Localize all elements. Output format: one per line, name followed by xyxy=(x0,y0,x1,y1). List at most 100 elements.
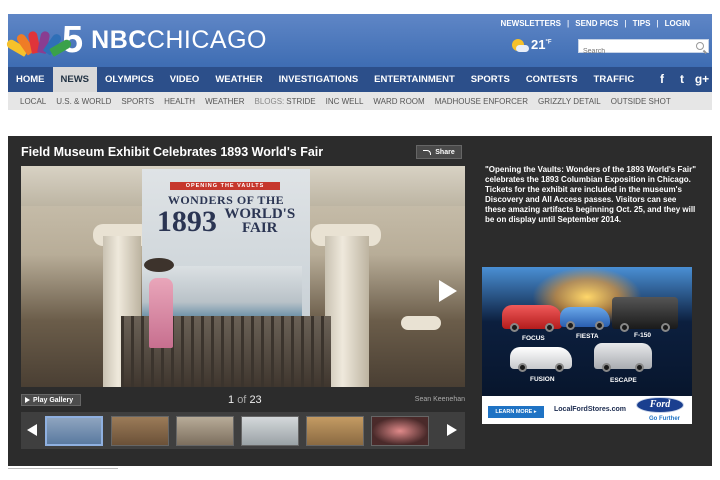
car-fiesta xyxy=(560,307,610,330)
ad-model-fiesta: FIESTA xyxy=(576,333,599,340)
subnav-health[interactable]: HEALTH xyxy=(164,97,195,106)
thumbnail[interactable] xyxy=(45,416,103,446)
car-wheel xyxy=(545,323,554,332)
nbc-chicago-logo[interactable]: 5 NBCCHICAGO xyxy=(5,21,267,59)
car-wheel xyxy=(510,323,519,332)
blog-ward-room[interactable]: WARD ROOM xyxy=(373,97,424,106)
ad-site-link[interactable]: LocalFordStores.com xyxy=(554,406,626,413)
car-wheel xyxy=(566,321,575,330)
blog-outside-shot[interactable]: OUTSIDE SHOT xyxy=(611,97,671,106)
learn-more-button[interactable]: LEARN MORE ▸ xyxy=(488,406,544,418)
twitter-icon[interactable]: t xyxy=(672,67,692,92)
car-wheel xyxy=(518,363,527,372)
nav-weather[interactable]: WEATHER xyxy=(207,67,270,92)
social-links: f t g+ xyxy=(652,67,712,92)
search-icon[interactable] xyxy=(696,42,704,50)
banner-year: 1893 xyxy=(156,205,217,238)
car-fusion xyxy=(510,347,572,372)
weather-widget[interactable]: 21°F xyxy=(510,37,552,52)
subnav-sports[interactable]: SPORTS xyxy=(121,97,154,106)
share-icon xyxy=(423,149,432,155)
thumbnail[interactable] xyxy=(306,416,364,446)
nav-home[interactable]: HOME xyxy=(8,67,53,92)
car-wheel xyxy=(661,323,670,332)
gallery-photo[interactable]: OPENING THE VAULTS WONDERS OF THE 1893 W… xyxy=(21,166,465,387)
brand-name: NBCCHICAGO xyxy=(91,26,267,55)
blogs-label: BLOGS: xyxy=(254,96,285,106)
subnav-local[interactable]: LOCAL xyxy=(20,97,46,106)
banner-line2: 1893 WORLD'S FAIR xyxy=(142,207,310,237)
search-box xyxy=(578,39,709,58)
brand-chicago: CHICAGO xyxy=(146,25,267,54)
ford-advertisement[interactable]: FOCUS FIESTA F-150 FUSION ESCAPE LEARN M… xyxy=(482,267,692,424)
blog-grizzly-detail[interactable]: GRIZZLY DETAIL xyxy=(538,97,601,106)
nav-investigations[interactable]: INVESTIGATIONS xyxy=(271,67,367,92)
banner-subtitle: OPENING THE VAULTS xyxy=(170,182,280,190)
subnav-weather[interactable]: WEATHER xyxy=(205,97,244,106)
thumbnail[interactable] xyxy=(111,416,169,446)
brand-nbc: NBC xyxy=(91,25,147,54)
thumbnail[interactable] xyxy=(371,416,429,446)
photo-gallery: Field Museum Exhibit Celebrates 1893 Wor… xyxy=(8,136,712,466)
ad-model-focus: FOCUS xyxy=(522,335,545,342)
figure-hat xyxy=(144,258,174,272)
nav-entertainment[interactable]: ENTERTAINMENT xyxy=(366,67,463,92)
thumbnail-strip xyxy=(21,412,465,449)
search-input[interactable] xyxy=(579,45,689,58)
nav-olympics[interactable]: OLYMPICS xyxy=(97,67,162,92)
nav-traffic[interactable]: TRAFFIC xyxy=(586,67,643,92)
divider: | xyxy=(624,19,627,28)
temp-value: 21 xyxy=(531,37,546,52)
car-wheel xyxy=(602,363,611,372)
share-button[interactable]: Share xyxy=(416,145,462,159)
tips-link[interactable]: TIPS xyxy=(633,19,651,28)
main-nav: HOME NEWS OLYMPICS VIDEO WEATHER INVESTI… xyxy=(8,67,712,92)
top-links: NEWSLETTERS | SEND PICS | TIPS | LOGIN xyxy=(501,19,690,28)
peacock-icon xyxy=(5,27,73,57)
blog-stride[interactable]: STRIDE xyxy=(286,97,315,106)
google-plus-icon[interactable]: g+ xyxy=(692,67,712,92)
car-focus xyxy=(502,305,562,332)
footer-divider xyxy=(8,468,118,469)
thumbs-next-arrow-icon[interactable] xyxy=(447,424,457,436)
blog-inc-well[interactable]: INC WELL xyxy=(326,97,364,106)
divider: | xyxy=(656,19,659,28)
temp-unit: °F xyxy=(545,39,552,46)
thumbs-prev-arrow-icon[interactable] xyxy=(27,424,37,436)
gallery-description: "Opening the Vaults: Wonders of the 1893… xyxy=(485,165,697,224)
facebook-icon[interactable]: f xyxy=(652,67,672,92)
car-wheel xyxy=(595,321,604,330)
photo-figure xyxy=(141,258,181,368)
play-gallery-button[interactable]: Play Gallery xyxy=(21,394,81,406)
figure-dress xyxy=(149,278,173,348)
thumbnail[interactable] xyxy=(241,416,299,446)
gallery-title: Field Museum Exhibit Celebrates 1893 Wor… xyxy=(21,145,324,159)
send-pics-link[interactable]: SEND PICS xyxy=(575,19,618,28)
login-link[interactable]: LOGIN xyxy=(665,19,690,28)
weather-temp: 21°F xyxy=(531,37,552,52)
ford-logo: Ford xyxy=(636,397,684,413)
ad-tagline: Go Further xyxy=(649,416,680,422)
share-label: Share xyxy=(435,148,455,156)
banner-fair: FAIR xyxy=(241,220,278,236)
car-wheel xyxy=(620,323,629,332)
thumbnail[interactable] xyxy=(176,416,234,446)
divider: | xyxy=(567,19,570,28)
photo-counter: 1 of 23 xyxy=(228,394,262,406)
counter-of: of xyxy=(237,394,247,406)
nav-sports[interactable]: SPORTS xyxy=(463,67,518,92)
nav-news[interactable]: NEWS xyxy=(52,67,97,92)
site-header: 5 NBCCHICAGO NEWSLETTERS | SEND PICS | TIP… xyxy=(5,14,712,67)
photo-credit: Sean Keenehan xyxy=(414,396,465,403)
car-wheel xyxy=(635,363,644,372)
nav-video[interactable]: VIDEO xyxy=(162,67,208,92)
photo-column xyxy=(325,236,369,387)
page: 5 NBCCHICAGO NEWSLETTERS | SEND PICS | TIP… xyxy=(0,0,720,480)
car-escape xyxy=(594,343,652,372)
blog-madhouse-enforcer[interactable]: MADHOUSE ENFORCER xyxy=(435,97,528,106)
ad-model-f150: F-150 xyxy=(634,332,651,339)
subnav-us-world[interactable]: U.S. & WORLD xyxy=(56,97,111,106)
newsletters-link[interactable]: NEWSLETTERS xyxy=(501,19,561,28)
nav-contests[interactable]: CONTESTS xyxy=(518,67,586,92)
next-photo-arrow-icon[interactable] xyxy=(439,280,457,302)
